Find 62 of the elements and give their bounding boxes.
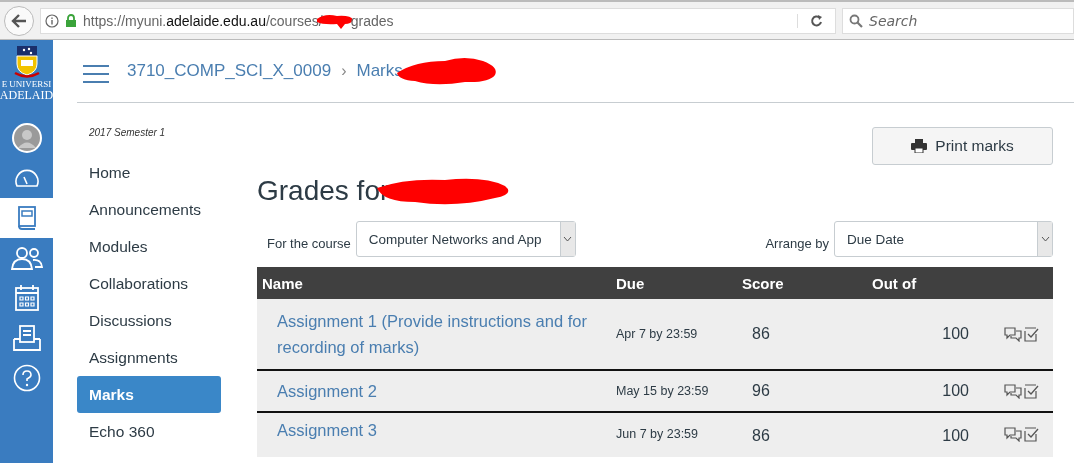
score-cell-text: 86 — [751, 325, 771, 343]
course-nav-item[interactable]: Echo 360 — [77, 413, 221, 450]
info-icon[interactable] — [45, 13, 59, 28]
course-nav-item[interactable]: Discussions — [77, 302, 221, 339]
column-header: Name — [261, 274, 304, 292]
inbox-icon — [12, 325, 41, 351]
due-date: Apr 7 by 23:59 — [616, 327, 699, 341]
comment-icon[interactable] — [1004, 427, 1022, 442]
assignment-link[interactable]: Assignment 2 — [257, 378, 616, 404]
course-dropdown[interactable]: Computer Networks and App — [355, 221, 576, 257]
caret-icon — [1040, 236, 1050, 242]
filter-label: For the course — [267, 235, 351, 251]
course-nav-item[interactable]: Collaborations — [77, 265, 221, 302]
breadcrumb-link[interactable]: 3710_COMP_SCI_X_0009 — [127, 61, 332, 81]
course-nav-item[interactable]: Announcements — [77, 191, 221, 228]
due-date: May 15 by 23:59 — [616, 384, 710, 398]
breadcrumb-link[interactable]: Marks — [356, 61, 403, 81]
comment-icon[interactable] — [1004, 383, 1022, 399]
breadcrumb-separator: › — [341, 62, 347, 80]
crest-icon — [13, 46, 40, 78]
term-label: 2017 Semester 1 — [88, 127, 167, 138]
university-logo[interactable]: E UNIVERSI ADELAID — [0, 40, 53, 118]
lock-icon — [65, 14, 77, 27]
checklist-icon[interactable] — [1024, 427, 1039, 442]
column-header: Out of — [872, 274, 918, 292]
search-field[interactable]: Search — [842, 7, 1074, 34]
score-cell-text: 96 — [751, 382, 771, 400]
help-icon — [12, 364, 41, 392]
course-nav-item[interactable]: Modules — [77, 228, 221, 265]
calendar-icon — [14, 285, 39, 311]
caret-icon — [563, 236, 573, 242]
book-icon — [16, 206, 37, 230]
course-nav-item[interactable]: Home — [77, 154, 221, 191]
back-button[interactable] — [4, 5, 34, 36]
out-of-cell-text: 100 — [941, 325, 970, 343]
course-nav-item[interactable]: Assignments — [77, 339, 221, 376]
due-date: Jun 7 by 23:59 — [616, 427, 699, 441]
checklist-icon[interactable] — [1024, 383, 1039, 399]
score-cell-text: 86 — [751, 427, 771, 445]
column-header: Score — [742, 274, 785, 292]
filter-label: Arrange by — [765, 235, 829, 251]
menu-icon[interactable] — [83, 64, 109, 84]
back-arrow-icon — [11, 13, 27, 28]
print-button[interactable]: Print marks — [872, 127, 1053, 165]
logo-text: ADELAID — [0, 89, 53, 101]
global-nav-courses[interactable] — [0, 198, 53, 238]
assignment-link[interactable]: Assignment 3 — [257, 417, 616, 443]
logo-text: E UNIVERSI — [1, 80, 52, 89]
url-text: https://myuni.adelaide.edu.au/courses/ grades — [83, 12, 394, 29]
checklist-icon[interactable] — [1024, 326, 1039, 342]
address-field[interactable]: https://myuni.adelaide.edu.au/courses/ grades — [40, 7, 836, 34]
assignment-link[interactable]: Assignment 1 (Provide instructions and for recording of marks) — [257, 308, 616, 360]
comment-icon[interactable] — [1004, 326, 1022, 342]
arrange-dropdown[interactable]: Due Date — [834, 221, 1053, 257]
course-nav-item[interactable]: Marks — [77, 376, 221, 413]
avatar-icon — [11, 123, 42, 153]
printer-icon — [911, 139, 928, 153]
speedometer-icon — [13, 168, 40, 188]
column-header: Due — [616, 274, 646, 292]
out-of-cell-text: 100 — [941, 427, 970, 445]
out-of-cell-text: 100 — [941, 382, 970, 400]
people-icon — [10, 246, 43, 270]
